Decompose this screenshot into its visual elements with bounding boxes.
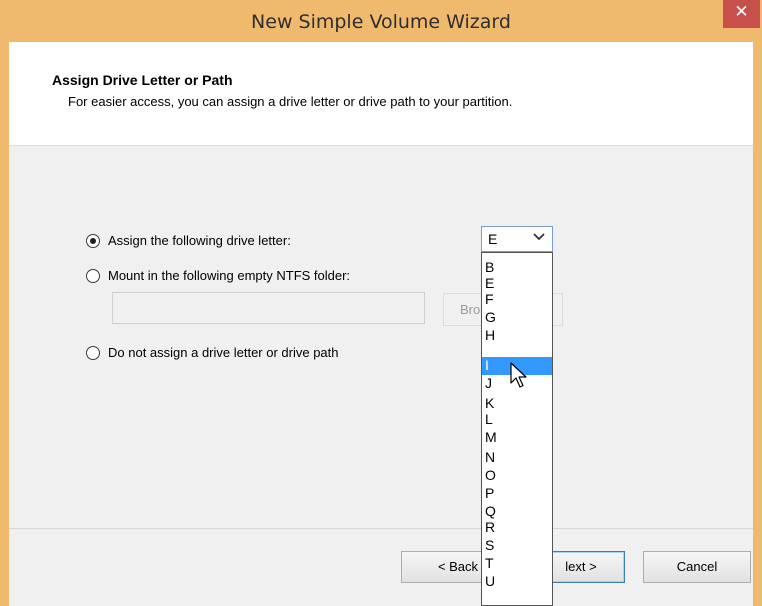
folder-path-input[interactable] — [112, 292, 425, 324]
title-bar[interactable]: New Simple Volume Wizard ✕ — [0, 0, 762, 42]
dropdown-item[interactable]: M — [485, 429, 497, 445]
wizard-window: New Simple Volume Wizard ✕ Assign Drive … — [0, 0, 762, 606]
mount-folder-radio[interactable] — [86, 269, 100, 283]
dropdown-item[interactable]: J — [485, 375, 492, 391]
dropdown-item[interactable]: H — [485, 327, 495, 343]
drive-letter-select[interactable]: E — [481, 226, 553, 252]
window-border-left — [0, 42, 9, 606]
close-icon: ✕ — [734, 2, 749, 22]
dropdown-item[interactable]: L — [485, 411, 493, 427]
close-button[interactable]: ✕ — [723, 0, 760, 28]
dropdown-item[interactable]: P — [485, 485, 494, 501]
drive-letter-dropdown-list[interactable]: BEFGHIJKLMNOPQRSTU — [481, 252, 553, 606]
dropdown-item[interactable]: T — [485, 555, 494, 571]
window-title: New Simple Volume Wizard — [251, 11, 511, 33]
assign-letter-radio[interactable] — [86, 234, 100, 248]
dropdown-item[interactable]: Q — [485, 503, 496, 519]
cancel-button-label: Cancel — [676, 559, 718, 574]
dropdown-item[interactable]: O — [485, 467, 496, 483]
footer-divider — [9, 528, 753, 529]
back-button-label: < Back — [437, 559, 479, 574]
dropdown-item[interactable]: N — [485, 449, 495, 465]
no-assign-label[interactable]: Do not assign a drive letter or drive pa… — [108, 345, 339, 360]
dropdown-item[interactable]: I — [485, 357, 489, 373]
dropdown-item[interactable]: F — [485, 291, 494, 307]
mount-folder-label[interactable]: Mount in the following empty NTFS folder… — [108, 268, 350, 283]
dropdown-item[interactable]: R — [485, 519, 495, 535]
drive-letter-value: E — [488, 231, 498, 247]
cancel-button[interactable]: Cancel — [643, 551, 751, 583]
dropdown-item[interactable]: G — [485, 309, 496, 325]
page-title: Assign Drive Letter or Path — [52, 72, 233, 88]
dropdown-item[interactable]: E — [485, 275, 494, 291]
page-subtitle: For easier access, you can assign a driv… — [68, 94, 513, 109]
dropdown-item[interactable]: S — [485, 537, 494, 553]
window-border-right — [753, 42, 762, 606]
wizard-body: Assign the following drive letter: Mount… — [9, 146, 753, 606]
dropdown-item[interactable]: B — [485, 259, 494, 275]
no-assign-radio[interactable] — [86, 346, 100, 360]
dropdown-item[interactable]: U — [485, 573, 495, 589]
chevron-down-icon[interactable] — [532, 230, 546, 247]
wizard-header: Assign Drive Letter or Path For easier a… — [9, 42, 753, 146]
mouse-pointer-icon — [510, 362, 530, 393]
assign-letter-label[interactable]: Assign the following drive letter: — [108, 233, 291, 248]
dropdown-item[interactable]: K — [485, 395, 494, 411]
